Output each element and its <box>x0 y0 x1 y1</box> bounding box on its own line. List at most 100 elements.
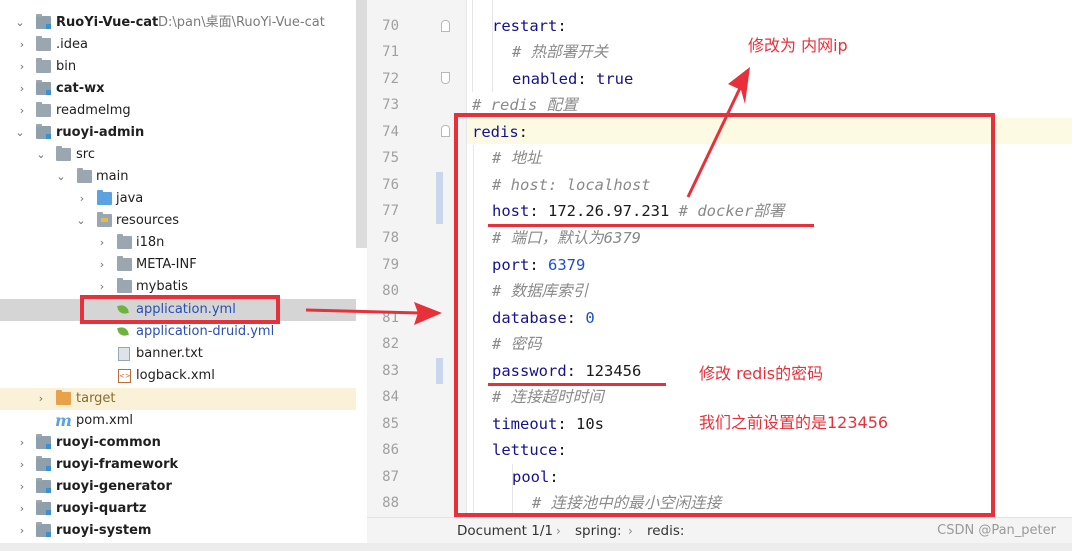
code-line-72: enabled: true <box>512 66 633 92</box>
change-marker <box>436 198 443 224</box>
folder-icon <box>117 256 132 271</box>
chevron-down-icon[interactable]: ⌄ <box>55 166 67 188</box>
tree-item-ruoyi-common[interactable]: › ruoyi-common <box>0 432 356 454</box>
line-number: 77 <box>382 203 399 219</box>
line-number: 72 <box>382 71 399 87</box>
folder-icon <box>117 234 132 249</box>
module-folder-icon <box>36 14 51 29</box>
tree-item-readmeimg[interactable]: › readmeImg <box>0 100 356 122</box>
change-marker <box>436 172 443 198</box>
chevron-right-icon[interactable]: › <box>35 388 47 410</box>
line-number: 83 <box>382 363 399 379</box>
tree-item-banner-txt[interactable]: banner.txt <box>0 343 356 365</box>
folder-icon <box>56 146 71 161</box>
tree-item-idea[interactable]: › .idea <box>0 34 356 56</box>
tree-item-bin[interactable]: › bin <box>0 56 356 78</box>
module-folder-icon <box>36 522 51 537</box>
line-number: 71 <box>382 44 399 60</box>
tree-item-label: cat-wx <box>56 81 105 96</box>
chevron-down-icon[interactable]: ⌄ <box>14 12 26 34</box>
tree-item-ruoyi-quartz[interactable]: › ruoyi-quartz <box>0 498 356 520</box>
indent-guide <box>472 0 473 92</box>
chevron-right-icon[interactable]: › <box>16 498 28 520</box>
tree-item-ruoyi-framework[interactable]: › ruoyi-framework <box>0 454 356 476</box>
tree-item-label: java <box>116 191 144 206</box>
chevron-right-icon[interactable]: › <box>16 520 28 542</box>
chevron-down-icon[interactable]: ⌄ <box>14 122 26 144</box>
resources-folder-icon <box>97 212 112 227</box>
tree-item-i18n[interactable]: › i18n <box>0 232 356 254</box>
tree-item-ruoyi-system[interactable]: › ruoyi-system <box>0 520 356 542</box>
tree-item-target[interactable]: › target <box>0 388 356 410</box>
tree-item-label: main <box>96 169 129 184</box>
yaml-key: restart <box>492 17 558 35</box>
line-number: 86 <box>382 442 399 458</box>
tree-item-label: readmeImg <box>56 103 131 118</box>
chevron-right-icon[interactable]: › <box>16 78 28 100</box>
yaml-value: true <box>596 70 634 88</box>
tree-item-label: src <box>76 147 95 162</box>
tree-scrollbar-thumb[interactable] <box>356 0 367 248</box>
fold-start-icon[interactable] <box>441 125 450 137</box>
line-number: 74 <box>382 124 399 140</box>
tree-item-java[interactable]: › java <box>0 188 356 210</box>
breadcrumb-redis[interactable]: redis: <box>647 518 684 544</box>
chevron-right-icon[interactable]: › <box>96 254 108 276</box>
tree-item-ruoyi-admin[interactable]: ⌄ ruoyi-admin <box>0 122 356 144</box>
chevron-right-icon[interactable]: › <box>16 100 28 122</box>
chevron-right-icon[interactable]: › <box>76 188 88 210</box>
yaml-comment: # redis 配置 <box>472 96 578 114</box>
tree-item-resources[interactable]: ⌄ resources <box>0 210 356 232</box>
tree-item-label: .idea <box>56 37 88 52</box>
line-number: 84 <box>382 389 399 405</box>
chevron-right-icon[interactable]: › <box>16 56 28 78</box>
tree-item-src[interactable]: ⌄ src <box>0 144 356 166</box>
chevron-right-icon[interactable]: › <box>16 454 28 476</box>
tree-item-application-druid-yml[interactable]: application-druid.yml <box>0 321 356 343</box>
note-redis-password: 修改 redis的密码 <box>699 364 824 383</box>
folder-icon <box>36 58 51 73</box>
tree-item-label: resources <box>116 213 180 228</box>
tree-item-label: logback.xml <box>136 368 215 383</box>
line-number: 75 <box>382 150 399 166</box>
yaml-comment: # 热部署开关 <box>512 43 609 61</box>
tree-root[interactable]: ⌄ RuoYi-Vue-cat D:\pan\桌面\RuoYi-Vue-cat <box>0 12 356 34</box>
tree-item-label: bin <box>56 59 77 74</box>
excluded-folder-icon <box>56 390 71 405</box>
module-folder-icon <box>36 500 51 515</box>
line-number: 76 <box>382 177 399 193</box>
underline-host <box>488 224 814 227</box>
note-intranet-ip: 修改为 内网ip <box>748 36 848 55</box>
tree-item-main[interactable]: ⌄ main <box>0 166 356 188</box>
chevron-right-icon: › <box>628 524 633 538</box>
project-tree: ⌄ RuoYi-Vue-cat D:\pan\桌面\RuoYi-Vue-cat … <box>0 0 367 543</box>
breadcrumb-spring[interactable]: spring: <box>575 518 622 544</box>
tree-item-label: ruoyi-admin <box>56 125 145 140</box>
tree-item-label: META-INF <box>136 257 197 272</box>
highlight-box-redis-config <box>454 113 995 517</box>
tree-item-label: ruoyi-system <box>56 523 152 538</box>
bottom-strip <box>0 543 1072 551</box>
tree-root-path: D:\pan\桌面\RuoYi-Vue-cat <box>158 15 325 30</box>
tree-item-logback-xml[interactable]: logback.xml <box>0 365 356 387</box>
module-folder-icon <box>36 124 51 139</box>
tree-item-pom-xml[interactable]: m pom.xml <box>0 410 356 432</box>
chevron-right-icon[interactable]: › <box>96 232 108 254</box>
tree-item-meta-inf[interactable]: › META-INF <box>0 254 356 276</box>
chevron-right-icon[interactable]: › <box>16 432 28 454</box>
tree-item-label: i18n <box>136 235 165 250</box>
tree-item-ruoyi-generator[interactable]: › ruoyi-generator <box>0 476 356 498</box>
module-folder-icon <box>36 80 51 95</box>
note-password-value: 我们之前设置的是123456 <box>699 413 889 432</box>
chevron-right-icon[interactable]: › <box>16 34 28 56</box>
tree-item-cat-wx[interactable]: › cat-wx <box>0 78 356 100</box>
tree-item-label: target <box>76 391 116 406</box>
editor-breadcrumb-bar: Document 1/1 › spring: › redis: CSDN @Pa… <box>367 517 1072 543</box>
fold-end-icon[interactable] <box>441 72 450 84</box>
fold-end-icon[interactable] <box>441 20 450 32</box>
chevron-right-icon[interactable]: › <box>16 476 28 498</box>
chevron-down-icon[interactable]: ⌄ <box>75 210 87 232</box>
chevron-down-icon[interactable]: ⌄ <box>35 144 47 166</box>
tree-item-label: pom.xml <box>76 413 133 428</box>
tree-item-label: ruoyi-quartz <box>56 501 147 516</box>
